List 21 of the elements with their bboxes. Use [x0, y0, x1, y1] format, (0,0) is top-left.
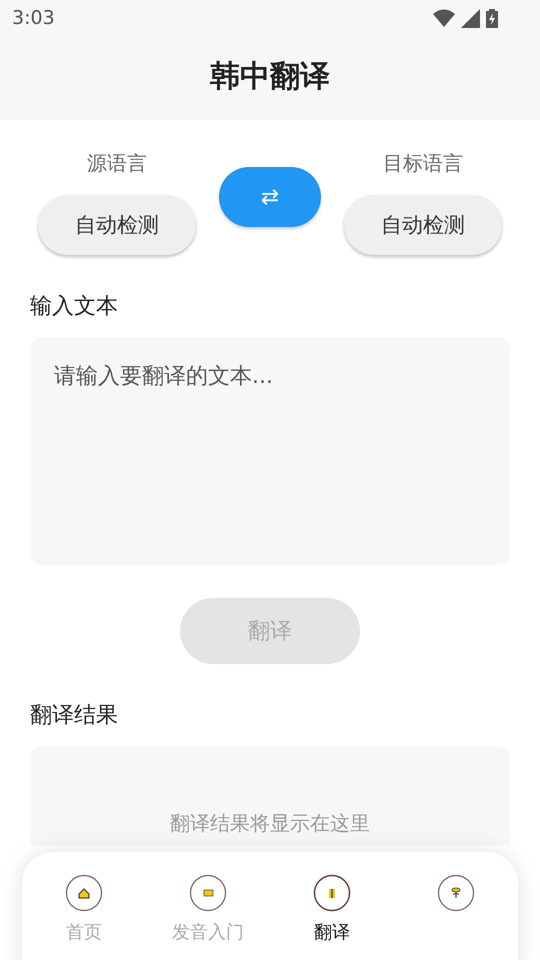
signal-icon	[461, 8, 480, 28]
nav-tab[interactable]: 发音入门	[146, 874, 270, 950]
nav-tab[interactable]: 翻译	[270, 874, 394, 950]
pin-icon	[437, 874, 475, 912]
book-icon	[313, 874, 351, 912]
battery-icon	[486, 8, 498, 28]
input-label: 输入文本	[30, 293, 119, 321]
swap-button[interactable]: ⇄	[219, 167, 321, 227]
nav-tab[interactable]: 首页	[22, 874, 146, 950]
source-language-label: 源语言	[87, 150, 147, 177]
input-field[interactable]: 请输入要翻译的文本...	[30, 337, 510, 565]
home-icon	[65, 874, 103, 912]
result-label: 翻译结果	[30, 702, 119, 730]
target-language-label: 目标语言	[383, 150, 463, 177]
result-field[interactable]: 翻译结果将显示在这里	[30, 746, 510, 845]
page-title: 韩中翻译	[209, 58, 331, 96]
source-language-button[interactable]: 自动检测	[38, 195, 196, 255]
wifi-icon	[433, 9, 455, 27]
target-language-button[interactable]: 自动检测	[344, 195, 502, 255]
result-placeholder: 翻译结果将显示在这里	[170, 810, 370, 836]
status-time: 3:03	[12, 7, 55, 29]
